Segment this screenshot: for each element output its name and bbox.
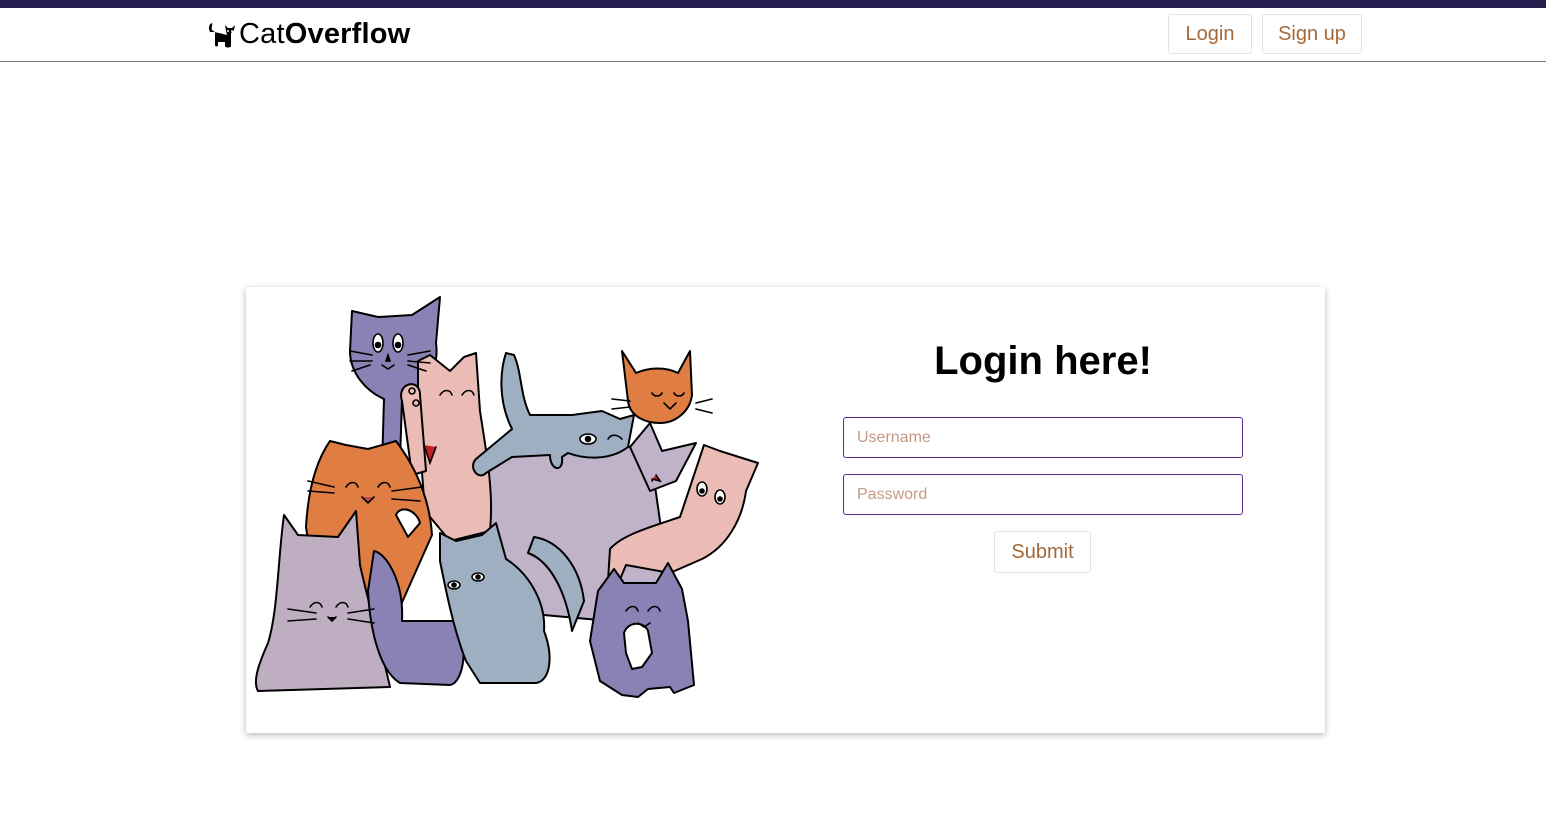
brand-name: CatOverflow: [239, 16, 410, 52]
brand-name-bold: Overflow: [284, 18, 411, 50]
login-heading: Login here!: [934, 339, 1152, 383]
cat-orange-top: [621, 350, 693, 424]
submit-button[interactable]: Submit: [994, 531, 1091, 573]
nav-login-button[interactable]: Login: [1168, 14, 1252, 54]
cat-logo-icon: [208, 23, 235, 48]
username-input[interactable]: [843, 417, 1243, 458]
navbar: CatOverflow Login Sign up: [0, 8, 1546, 62]
nav-signup-button[interactable]: Sign up: [1262, 14, 1362, 54]
top-accent-bar: [0, 0, 1546, 8]
brand-logo[interactable]: CatOverflow: [207, 16, 410, 52]
brand-name-light: Cat: [239, 18, 285, 50]
cats-illustration: [254, 296, 759, 698]
password-input[interactable]: [843, 474, 1243, 515]
login-card: Login here! Submit: [246, 287, 1325, 733]
